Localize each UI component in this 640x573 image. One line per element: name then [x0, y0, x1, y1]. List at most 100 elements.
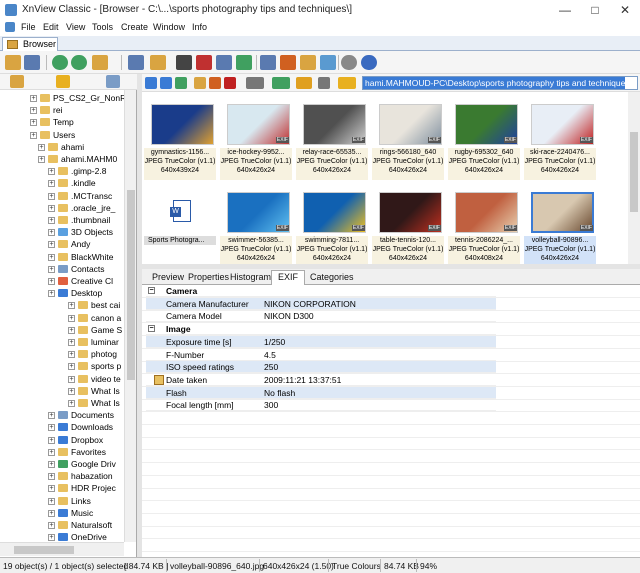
up-arrow-icon[interactable] [175, 77, 187, 89]
menu-view[interactable]: View [66, 22, 85, 32]
expand-toggle-icon[interactable]: + [48, 241, 55, 249]
menu-edit[interactable]: Edit [43, 22, 59, 32]
expand-toggle-icon[interactable]: + [30, 95, 37, 102]
tree-item[interactable]: Contacts [58, 264, 124, 276]
tree-item[interactable]: luminar [78, 337, 124, 349]
expand-toggle-icon[interactable]: + [38, 143, 45, 151]
tree-item[interactable]: best cai [78, 300, 124, 312]
tree-item[interactable]: Creative Cl [58, 276, 124, 288]
thumbnail-item[interactable]: EXIF swimming-7811... JPEG TrueColor (v1.1… [296, 182, 368, 270]
rename-icon[interactable] [196, 55, 212, 70]
tree-item[interactable]: canon a [78, 313, 124, 325]
expand-toggle-icon[interactable]: + [48, 290, 55, 298]
tab-categories[interactable]: Categories [304, 271, 360, 285]
filter-icon[interactable] [150, 55, 166, 70]
tree-item[interactable]: ahami [48, 142, 124, 154]
batch-icon[interactable] [300, 55, 316, 70]
tree-item[interactable]: What Is [78, 398, 124, 410]
menu-create[interactable]: Create [121, 22, 148, 32]
browser-icon[interactable] [5, 55, 21, 70]
print-icon[interactable] [216, 55, 232, 70]
menu-info[interactable]: Info [192, 22, 207, 32]
tree-item[interactable]: sports p [78, 361, 124, 373]
expand-toggle-icon[interactable]: + [30, 119, 37, 127]
expand-toggle-icon[interactable]: + [48, 192, 55, 200]
tree-item[interactable]: 3D Objects [58, 227, 124, 239]
address-input[interactable]: hami.MAHMOUD-PC\Desktop\sports photograp… [362, 76, 638, 90]
tree-horizontal-scrollbar[interactable] [0, 542, 124, 556]
thumbnail-item[interactable]: EXIF relay-race-65535... JPEG TrueColor (v… [296, 94, 368, 182]
back-arrow-icon[interactable] [145, 77, 157, 89]
expand-toggle-icon[interactable]: + [48, 217, 55, 224]
tree-item[interactable]: Favorites [58, 447, 124, 459]
thumbnail-item[interactable]: EXIF swimmer-56385... JPEG TrueColor (v1.1… [220, 182, 292, 270]
column-icon[interactable] [318, 77, 330, 89]
menu-file[interactable]: File [21, 22, 36, 32]
thumbnail-item[interactable]: EXIF rings-566180_640 JPEG TrueColor (v1.1… [372, 94, 444, 182]
thumbnail-item[interactable]: EXIF rugby-695302_640 JPEG TrueColor (v1.1… [448, 94, 520, 182]
scrollbar-thumb[interactable] [630, 132, 638, 212]
exif-section-header[interactable]: − Image [146, 323, 496, 336]
tree-item[interactable]: ahami.MAHM0 [48, 154, 124, 166]
expand-toggle-icon[interactable]: + [68, 400, 75, 407]
tree-item[interactable]: PS_CS2_Gr_NonRe [40, 93, 124, 105]
expand-toggle-icon[interactable]: + [48, 461, 55, 468]
view-mode-icon[interactable] [128, 55, 144, 70]
tree-item[interactable]: Users [40, 130, 124, 142]
tree-item[interactable]: Documents [58, 410, 124, 422]
forward-arrow-icon[interactable] [160, 77, 172, 89]
tree-item[interactable]: HDR Projec [58, 483, 124, 495]
thumbnail-item[interactable]: EXIF volleyball-90896... JPEG TrueColor (v… [524, 182, 596, 270]
maximize-button[interactable]: □ [580, 0, 610, 20]
delete-icon[interactable] [224, 77, 236, 89]
expand-toggle-icon[interactable]: + [48, 278, 55, 285]
slideshow-icon[interactable] [236, 55, 252, 70]
tree-item[interactable]: video te [78, 374, 124, 386]
expand-toggle-icon[interactable]: + [48, 436, 55, 444]
expand-toggle-icon[interactable]: + [48, 509, 55, 517]
exif-row[interactable]: F-Number 4.5 [146, 349, 496, 361]
capture-icon[interactable] [260, 55, 276, 70]
collapse-toggle-icon[interactable]: − [148, 325, 155, 333]
tree-item[interactable]: Desktop [58, 288, 124, 300]
tree-item[interactable]: habazation [58, 471, 124, 483]
expand-toggle-icon[interactable]: + [68, 326, 75, 334]
expand-toggle-icon[interactable]: + [48, 424, 55, 432]
expand-toggle-icon[interactable]: + [48, 229, 55, 237]
minimize-button[interactable]: — [550, 0, 580, 20]
edit-pencil-icon[interactable] [154, 374, 164, 385]
tree-item[interactable]: Andy [58, 239, 124, 251]
expand-toggle-icon[interactable]: + [48, 412, 55, 420]
open-folder-icon[interactable] [92, 55, 108, 70]
expand-toggle-icon[interactable]: + [48, 168, 55, 176]
thumbnail-item[interactable]: EXIF tennis-2086224_... JPEG TrueColor (v1… [448, 182, 520, 270]
exif-row[interactable]: Camera Model NIKON D300 [146, 310, 496, 323]
fullscreen-icon[interactable] [24, 55, 40, 70]
tree-item[interactable]: What Is [78, 386, 124, 398]
expand-toggle-icon[interactable]: + [48, 473, 55, 481]
tree-item[interactable]: .thumbnail [58, 215, 124, 227]
thumbnail-item[interactable]: EXIF ski-race-2240476... JPEG TrueColor (v… [524, 94, 596, 182]
move-icon[interactable] [209, 77, 221, 89]
exif-row[interactable]: Date taken 2009:11:21 13:37:51 [146, 374, 496, 386]
thumbnail-item[interactable]: gymnastics-1156... JPEG TrueColor (v1.1) 6… [144, 94, 216, 182]
expand-toggle-icon[interactable]: + [48, 253, 55, 261]
expand-toggle-icon[interactable]: + [30, 131, 37, 139]
exif-row[interactable]: Exposure time [s] 1/250 [146, 335, 496, 348]
exif-row[interactable]: Focal length [mm] 300 [146, 399, 496, 412]
expand-toggle-icon[interactable]: + [68, 339, 75, 346]
tab-exif[interactable]: EXIF [271, 270, 306, 285]
filter-funnel-icon[interactable] [296, 77, 312, 89]
tree-item[interactable]: Downloads [58, 422, 124, 434]
menu-tools[interactable]: Tools [92, 22, 113, 32]
view-grid-icon[interactable] [246, 77, 264, 89]
tree-item[interactable]: .oracle_jre_ [58, 203, 124, 215]
exif-row[interactable]: Flash No flash [146, 386, 496, 399]
expand-toggle-icon[interactable]: + [48, 522, 55, 529]
app-menu-icon[interactable] [5, 22, 15, 32]
tab-browser[interactable]: Browser [2, 37, 58, 51]
expand-toggle-icon[interactable]: + [68, 363, 75, 371]
tree-item[interactable]: .gimp-2.8 [58, 166, 124, 178]
expand-toggle-icon[interactable]: + [68, 314, 75, 322]
tree-item[interactable]: Naturalsoft [58, 520, 124, 532]
